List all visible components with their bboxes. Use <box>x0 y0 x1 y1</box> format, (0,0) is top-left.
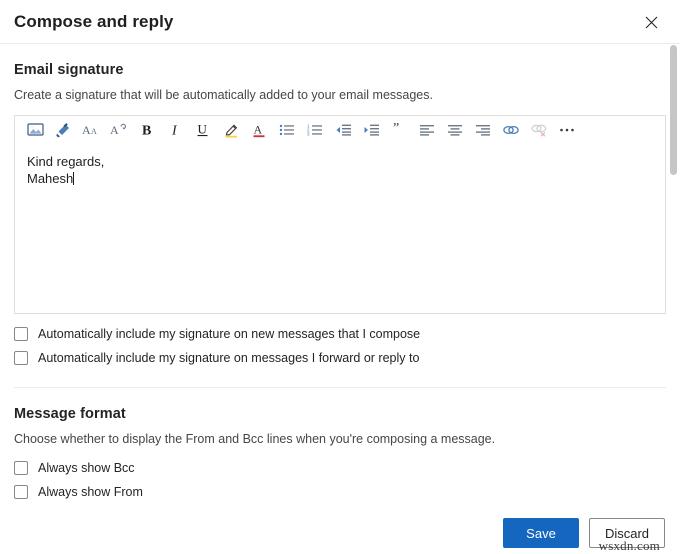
panel-footer: Save Discard <box>0 512 680 554</box>
scrollbar-thumb[interactable] <box>670 45 677 175</box>
svg-text:”: ” <box>393 123 399 136</box>
panel-header: Compose and reply <box>0 0 680 44</box>
checkbox-include-signature-new-messages[interactable]: Automatically include my signature on ne… <box>14 327 666 341</box>
close-icon <box>645 16 658 29</box>
svg-text:A: A <box>91 127 97 136</box>
signature-line-1: Kind regards, <box>27 154 104 169</box>
discard-button[interactable]: Discard <box>589 518 665 548</box>
font-color-icon[interactable]: A <box>245 117 273 143</box>
italic-icon[interactable]: I <box>161 117 189 143</box>
insert-link-icon[interactable] <box>497 117 525 143</box>
checkbox-label: Automatically include my signature on me… <box>38 352 419 365</box>
section-divider <box>14 387 666 388</box>
increase-font-size-icon[interactable]: A A <box>77 117 105 143</box>
checkbox-box[interactable] <box>14 351 28 365</box>
checkbox-label: Always show From <box>38 486 143 499</box>
bulleted-list-icon[interactable] <box>273 117 301 143</box>
svg-text:A: A <box>110 123 119 137</box>
bold-icon[interactable]: B <box>133 117 161 143</box>
increase-indent-icon[interactable] <box>357 117 385 143</box>
highlight-icon[interactable] <box>217 117 245 143</box>
insert-picture-icon[interactable] <box>21 117 49 143</box>
signature-line-2: Mahesh <box>27 171 73 186</box>
quote-icon[interactable]: ” <box>385 117 413 143</box>
signature-editor[interactable]: A A A B I <box>14 115 666 314</box>
text-cursor <box>73 172 74 185</box>
message-format-description: Choose whether to display the From and B… <box>14 431 666 448</box>
email-signature-heading: Email signature <box>14 62 666 78</box>
checkbox-always-show-from[interactable]: Always show From <box>14 485 666 499</box>
panel-body: Email signature Create a signature that … <box>0 44 680 512</box>
decrease-indent-icon[interactable] <box>329 117 357 143</box>
checkbox-include-signature-forward-reply[interactable]: Automatically include my signature on me… <box>14 351 666 365</box>
checkbox-box[interactable] <box>14 461 28 475</box>
format-painter-icon[interactable] <box>49 117 77 143</box>
panel-scrollbar[interactable] <box>670 45 677 510</box>
checkbox-label: Always show Bcc <box>38 462 135 475</box>
signature-text-area[interactable]: Kind regards, Mahesh <box>15 144 665 188</box>
align-right-icon[interactable] <box>469 117 497 143</box>
numbered-list-icon[interactable]: 1 2 3 <box>301 117 329 143</box>
signature-editor-toolbar: A A A B I <box>15 116 665 144</box>
svg-text:I: I <box>171 124 178 138</box>
message-format-heading: Message format <box>14 406 666 422</box>
checkbox-always-show-bcc[interactable]: Always show Bcc <box>14 461 666 475</box>
page-title: Compose and reply <box>14 12 173 32</box>
remove-link-icon[interactable] <box>525 117 553 143</box>
email-signature-description: Create a signature that will be automati… <box>14 87 666 104</box>
svg-text:A: A <box>82 123 91 137</box>
decrease-font-size-icon[interactable]: A <box>105 117 133 143</box>
save-button[interactable]: Save <box>503 518 579 548</box>
checkbox-label: Automatically include my signature on ne… <box>38 328 420 341</box>
align-left-icon[interactable] <box>413 117 441 143</box>
checkbox-box[interactable] <box>14 485 28 499</box>
svg-text:U: U <box>198 122 208 137</box>
align-center-icon[interactable] <box>441 117 469 143</box>
svg-text:B: B <box>142 124 151 138</box>
close-button[interactable] <box>638 9 664 35</box>
checkbox-box[interactable] <box>14 327 28 341</box>
svg-text:3: 3 <box>307 132 310 137</box>
underline-icon[interactable]: U <box>189 117 217 143</box>
more-options-icon[interactable] <box>553 117 581 143</box>
svg-text:A: A <box>253 122 262 136</box>
